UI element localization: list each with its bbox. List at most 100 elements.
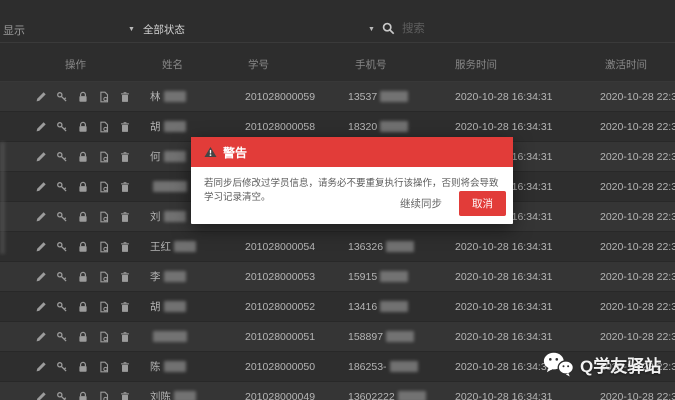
redacted-blur	[380, 271, 409, 282]
edit-icon[interactable]	[35, 331, 47, 343]
cell-name: 胡	[135, 299, 230, 314]
cell-service-time: 2020-10-28 16:34:31	[455, 240, 553, 253]
redacted-blur	[153, 331, 187, 342]
key-icon[interactable]	[56, 211, 68, 223]
redacted-blur	[380, 121, 409, 132]
lock-icon[interactable]	[77, 121, 89, 133]
cell-activation-time: 2020-10-28 22:33:4	[600, 300, 675, 313]
cell-student-id: 201028000059	[245, 90, 316, 103]
lock-icon[interactable]	[77, 151, 89, 163]
edit-icon[interactable]	[35, 91, 47, 103]
redacted-blur	[163, 151, 186, 162]
status-filter-dropdown[interactable]: ▼ 全部状态	[128, 22, 185, 37]
redacted-blur	[163, 361, 186, 372]
key-icon[interactable]	[56, 331, 68, 343]
cell-phone: 136326	[320, 241, 430, 253]
file-icon[interactable]	[98, 151, 110, 163]
redacted-blur	[163, 301, 186, 312]
edit-icon[interactable]	[35, 361, 47, 373]
table-header: 操作 姓名 学号 手机号 服务时间 激活时间	[0, 42, 675, 82]
file-icon[interactable]	[98, 361, 110, 373]
cell-name: 李	[135, 269, 230, 284]
file-icon[interactable]	[98, 121, 110, 133]
file-icon[interactable]	[98, 241, 110, 253]
edit-icon[interactable]	[35, 151, 47, 163]
cell-activation-time: 2020-10-28 22:33:4	[600, 120, 675, 133]
trash-icon[interactable]	[119, 151, 131, 163]
row-actions	[0, 181, 135, 193]
cell-service-time: 2020-10-28 16:34:31	[455, 120, 553, 133]
file-icon[interactable]	[98, 181, 110, 193]
key-icon[interactable]	[56, 121, 68, 133]
key-icon[interactable]	[56, 241, 68, 253]
lock-icon[interactable]	[77, 211, 89, 223]
redacted-blur	[386, 331, 415, 342]
trash-icon[interactable]	[119, 121, 131, 133]
display-label: 显示	[3, 25, 25, 37]
trash-icon[interactable]	[119, 301, 131, 313]
row-actions	[0, 211, 135, 223]
lock-icon[interactable]	[77, 361, 89, 373]
lock-icon[interactable]	[77, 271, 89, 283]
file-icon[interactable]	[98, 91, 110, 103]
trash-icon[interactable]	[119, 391, 131, 400]
warning-dialog-header: 警告	[191, 137, 513, 167]
edit-icon[interactable]	[35, 271, 47, 283]
key-icon[interactable]	[56, 391, 68, 400]
cell-activation-time: 2020-10-28 22:33:4	[600, 330, 675, 343]
edit-icon[interactable]	[35, 121, 47, 133]
column-header-activation-time: 激活时间	[605, 59, 647, 71]
file-icon[interactable]	[98, 271, 110, 283]
cell-activation-time: 2020-10-28 22:33:4	[600, 90, 675, 103]
file-icon[interactable]	[98, 211, 110, 223]
file-icon[interactable]	[98, 331, 110, 343]
cancel-button[interactable]: 取消	[459, 191, 506, 216]
cell-activation-time: 2020-10-28 22:33:4	[600, 150, 675, 163]
lock-icon[interactable]	[77, 91, 89, 103]
trash-icon[interactable]	[119, 271, 131, 283]
key-icon[interactable]	[56, 301, 68, 313]
search-input[interactable]: 搜索	[402, 20, 425, 36]
cell-name: 胡	[135, 119, 230, 134]
lock-icon[interactable]	[77, 241, 89, 253]
row-actions	[0, 361, 135, 373]
edit-icon[interactable]	[35, 301, 47, 313]
cell-student-id: 201028000054	[245, 240, 316, 253]
column-header-actions: 操作	[65, 59, 86, 71]
cell-name: 陈	[135, 359, 230, 374]
file-icon[interactable]	[98, 301, 110, 313]
edit-icon[interactable]	[35, 391, 47, 400]
edit-icon[interactable]	[35, 211, 47, 223]
redacted-blur	[380, 91, 409, 102]
cell-name: 刘陈	[135, 389, 230, 400]
lock-icon[interactable]	[77, 331, 89, 343]
key-icon[interactable]	[56, 181, 68, 193]
redacted-blur	[163, 91, 186, 102]
continue-sync-button[interactable]: 继续同步	[400, 196, 442, 211]
lock-icon[interactable]	[77, 301, 89, 313]
key-icon[interactable]	[56, 151, 68, 163]
key-icon[interactable]	[56, 271, 68, 283]
lock-icon[interactable]	[77, 391, 89, 400]
key-icon[interactable]	[56, 91, 68, 103]
warning-dialog-title: 警告	[223, 145, 248, 160]
trash-icon[interactable]	[119, 331, 131, 343]
trash-icon[interactable]	[119, 91, 131, 103]
edit-icon[interactable]	[35, 181, 47, 193]
trash-icon[interactable]	[119, 241, 131, 253]
toolbar: 显示 ▼ 全部状态 ▼ 搜索	[0, 0, 675, 43]
redacted-blur	[174, 241, 196, 252]
trash-icon[interactable]	[119, 361, 131, 373]
key-icon[interactable]	[56, 361, 68, 373]
lock-icon[interactable]	[77, 181, 89, 193]
edit-icon[interactable]	[35, 241, 47, 253]
trash-icon[interactable]	[119, 211, 131, 223]
column-header-phone: 手机号	[355, 59, 387, 71]
cell-student-id: 201028000053	[245, 270, 316, 283]
search-scope-chevron-icon[interactable]: ▼	[368, 26, 375, 33]
trash-icon[interactable]	[119, 181, 131, 193]
file-icon[interactable]	[98, 391, 110, 400]
table-row: 刘陈 201028000049 13602222 2020-10-28 16:34:3…	[0, 382, 675, 400]
redacted-blur	[174, 391, 196, 400]
cell-phone: 13416	[320, 301, 430, 313]
